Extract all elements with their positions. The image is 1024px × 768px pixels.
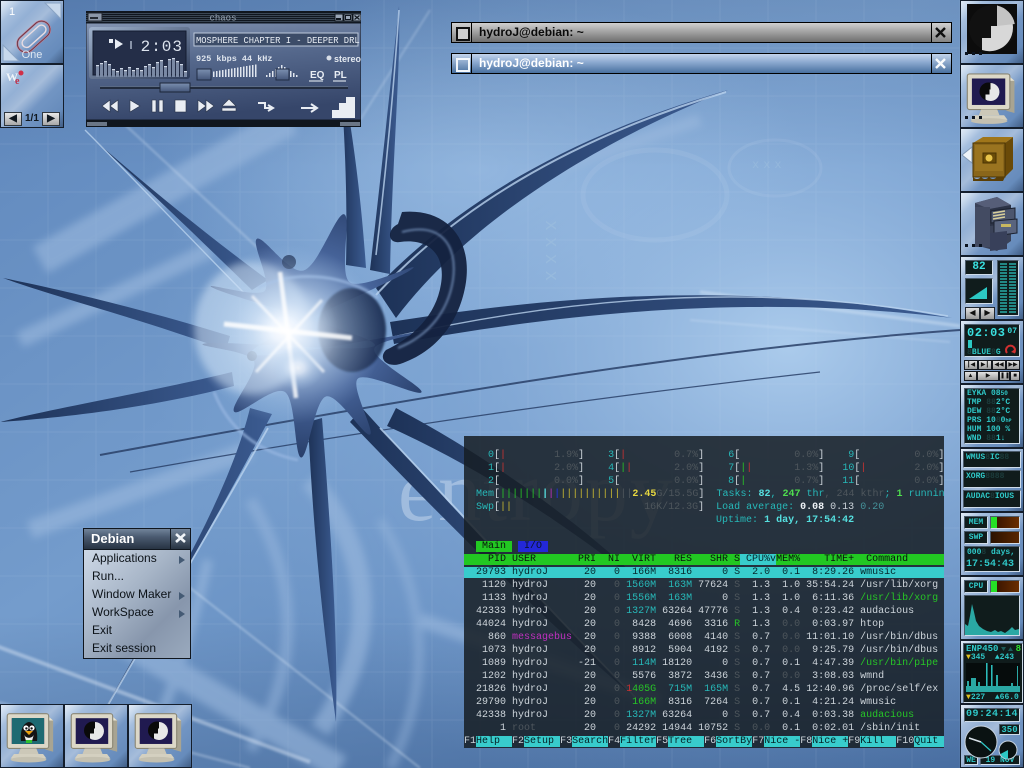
svg-text:One: One [22,49,43,61]
svg-text:925 kbps 44 kHz: 925 kbps 44 kHz [196,54,273,64]
svg-text:xxxx: xxxx [540,220,560,287]
svg-text:EQ: EQ [310,70,325,81]
svg-text:xxx: xxx [752,158,786,172]
svg-text:MOSPHERE CHAPTER I - DEEPER DR: MOSPHERE CHAPTER I - DEEPER DRL [196,36,360,46]
svg-text:PL: PL [334,70,347,81]
svg-text:stereo: stereo [334,54,361,64]
svg-text:e: e [15,76,20,87]
svg-text:1: 1 [9,6,15,18]
svg-text:chaos: chaos [209,14,236,24]
svg-text:2:03: 2:03 [141,38,183,56]
